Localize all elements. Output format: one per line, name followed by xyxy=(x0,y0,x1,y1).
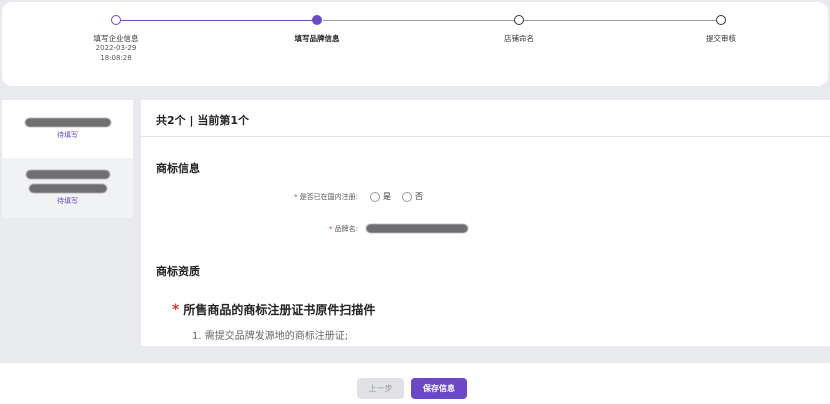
form-header: 共2个 | 当前第1个 xyxy=(141,100,830,137)
brand-list-sidebar: 待填写 待填写 xyxy=(2,100,133,218)
scan-upload-title: * 所售商品的商标注册证书原件扫描件 xyxy=(172,302,376,318)
step-connector xyxy=(524,20,717,21)
redacted-brand-name xyxy=(24,118,111,127)
brand-name-field-label: * 品牌名: xyxy=(329,225,358,233)
previous-step-button[interactable]: 上一步 xyxy=(357,378,404,399)
step-4-label: 提交审核 xyxy=(706,34,736,43)
step-2-label: 填写品牌信息 xyxy=(294,34,340,43)
registered-yes-radio[interactable] xyxy=(370,192,380,202)
brand-counter: 共2个 | 当前第1个 xyxy=(156,114,249,127)
step-1-dot xyxy=(111,15,121,25)
redacted-brand-name xyxy=(25,170,110,179)
registered-field-label: * 是否已在国内注册: xyxy=(294,193,358,201)
step-1-time: 18:08:28 xyxy=(100,54,132,62)
brand-list-item[interactable]: 待填写 xyxy=(2,158,133,218)
registered-yes-label[interactable]: 是 xyxy=(383,191,391,202)
save-info-button[interactable]: 保存信息 xyxy=(411,378,467,399)
form-footer: 上一步 保存信息 xyxy=(0,363,830,404)
step-connector xyxy=(121,20,315,21)
required-mark: * xyxy=(294,193,298,201)
step-2-dot xyxy=(312,15,322,25)
registered-no-label[interactable]: 否 xyxy=(415,191,423,202)
trademark-section-title: 商标信息 xyxy=(156,162,200,175)
brand-form-panel: 共2个 | 当前第1个 商标信息 * 是否已在国内注册: 是 否 * 品牌名: 商标… xyxy=(141,100,830,346)
qualification-section-title: 商标资质 xyxy=(156,265,200,278)
requirement-note: 1. 需提交品牌发源地的商标注册证; xyxy=(192,331,349,342)
redacted-brand-name xyxy=(28,184,107,193)
required-mark: * xyxy=(329,225,333,233)
progress-stepper: 填写企业信息 2022-03-29 18:08:28 填写品牌信息 店铺命名 提… xyxy=(2,2,828,86)
step-3-label: 店铺命名 xyxy=(504,34,534,43)
step-1-date: 2022-03-29 xyxy=(95,44,137,52)
step-4-dot xyxy=(716,15,726,25)
required-mark: * xyxy=(172,302,180,318)
brand-status: 待填写 xyxy=(57,131,78,139)
brand-status: 待填写 xyxy=(57,197,78,205)
brand-name-value xyxy=(366,224,468,233)
brand-list-item[interactable]: 待填写 xyxy=(2,100,133,158)
registered-no-radio[interactable] xyxy=(402,192,412,202)
step-connector xyxy=(323,20,516,21)
step-3-dot xyxy=(514,15,524,25)
